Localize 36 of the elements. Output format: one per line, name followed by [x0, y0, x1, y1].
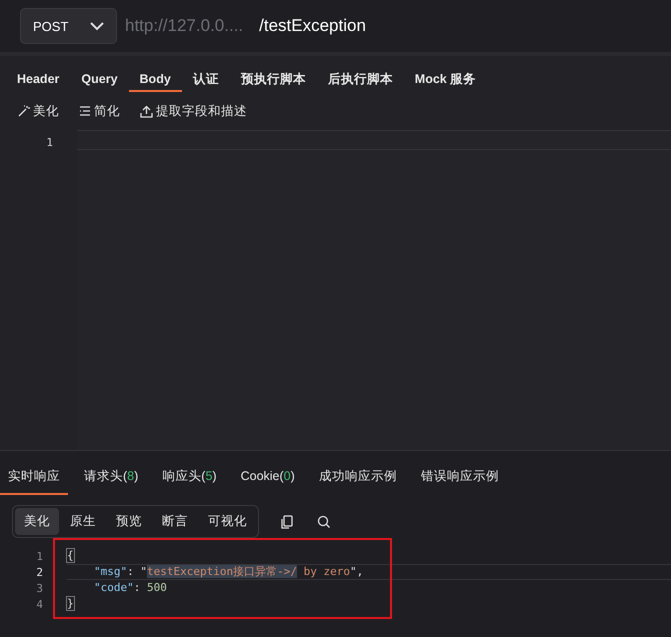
response-tab[interactable]: 错误响应示例	[412, 465, 507, 495]
request-tab[interactable]: Mock 服务	[404, 62, 488, 92]
view-mode-tab[interactable]: 美化	[15, 508, 59, 535]
line-number: 4	[35, 598, 44, 610]
response-tab[interactable]: Cookie(0)	[232, 465, 303, 495]
request-tab[interactable]: Query	[70, 62, 129, 92]
request-tab[interactable]: Header	[6, 62, 70, 92]
code-line: {	[67, 548, 75, 564]
code-line: "msg": "testException接口异常->/ by zero",	[67, 564, 671, 580]
chevron-down-icon	[90, 22, 104, 30]
line-number: 1	[35, 550, 44, 562]
line-number: 3	[35, 582, 44, 594]
view-mode-tab[interactable]: 可视化	[199, 508, 256, 535]
code-line: }	[67, 596, 75, 612]
response-tab[interactable]: 请求头(8)	[76, 465, 146, 495]
request-tab[interactable]: Body	[128, 62, 182, 92]
copy-icon[interactable]	[279, 512, 295, 530]
url-path[interactable]: /testException	[259, 16, 366, 36]
code-line: "code": 500	[93, 580, 168, 596]
request-tab[interactable]: 预执行脚本	[230, 62, 317, 92]
wand-icon	[18, 105, 30, 117]
view-mode-tab[interactable]: 原生	[61, 508, 105, 535]
response-tab[interactable]: 响应头(5)	[154, 465, 225, 495]
view-mode-tab[interactable]: 预览	[107, 508, 151, 535]
toolbar-button[interactable]: 提取字段和描述	[140, 102, 247, 120]
list-icon	[79, 105, 91, 117]
response-tab[interactable]: 成功响应示例	[310, 465, 405, 495]
line-number: 2	[35, 566, 44, 578]
method-dropdown[interactable]: POST	[20, 8, 117, 44]
line-number: 1	[45, 136, 53, 149]
toolbar-button[interactable]: 简化	[79, 102, 120, 120]
upload-icon	[140, 104, 153, 118]
request-tab[interactable]: 后执行脚本	[316, 62, 404, 92]
request-tab[interactable]: 认证	[182, 62, 230, 92]
toolbar-button[interactable]: 美化	[18, 102, 59, 120]
view-mode-tab[interactable]: 断言	[153, 508, 197, 535]
